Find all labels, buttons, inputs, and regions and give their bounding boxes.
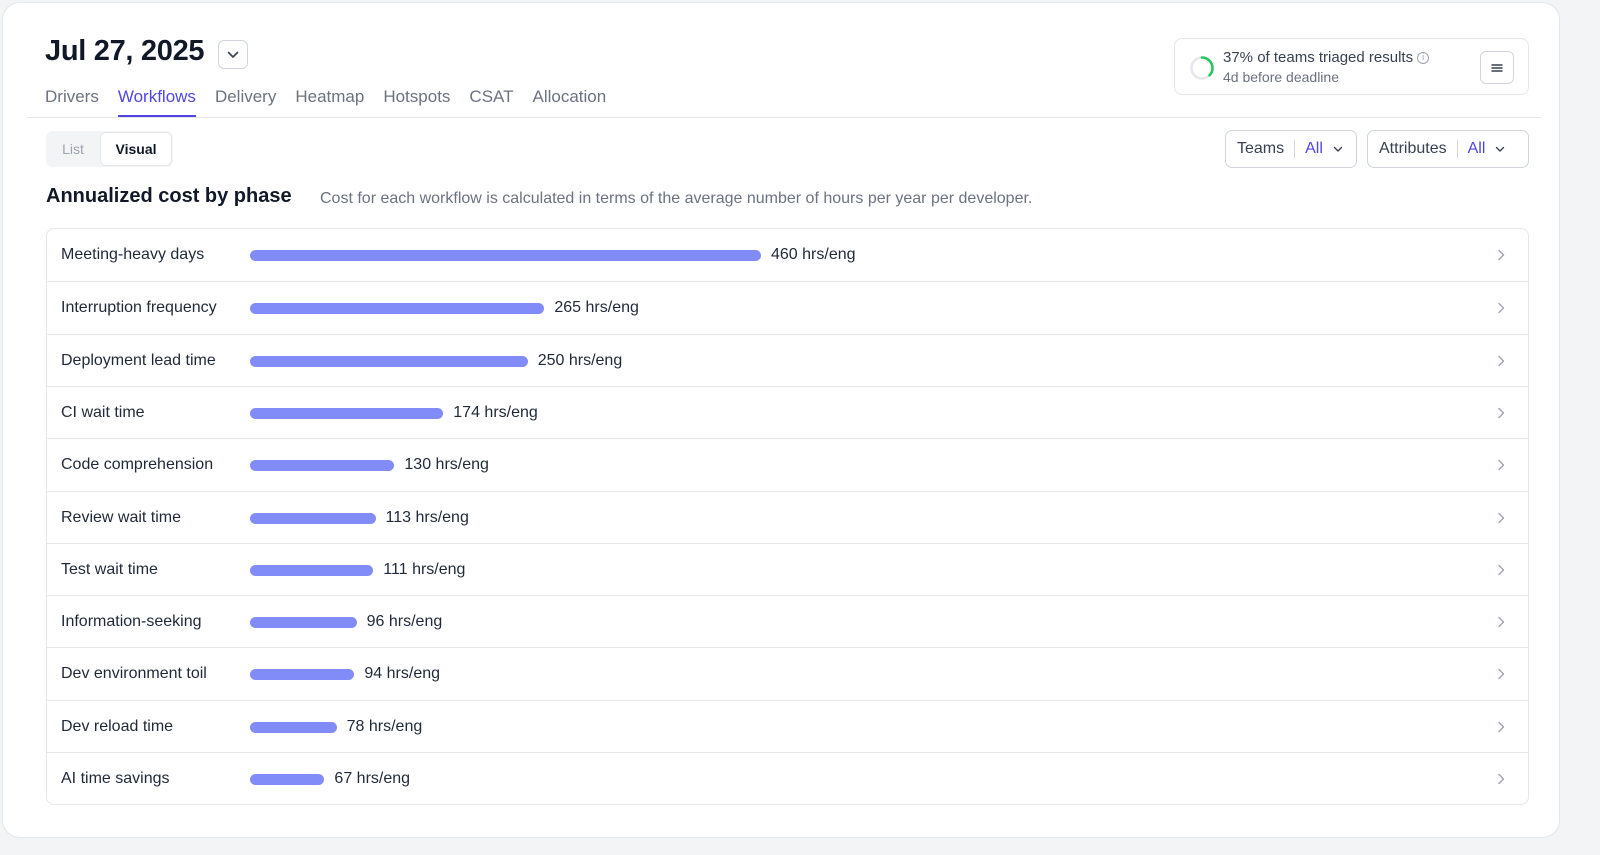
- workflow-label: Interruption frequency: [61, 299, 217, 317]
- cost-value-label: 67 hrs/eng: [334, 770, 411, 787]
- attributes-filter-value: All: [1467, 140, 1486, 157]
- tab-drivers[interactable]: Drivers: [45, 87, 99, 117]
- workflow-label: Information-seeking: [61, 613, 202, 631]
- cost-value-label: 78 hrs/eng: [346, 717, 423, 735]
- filter-separator: [1456, 140, 1458, 158]
- cost-value-label: 130 hrs/eng: [404, 456, 489, 474]
- chevron-right-icon: [1498, 303, 1505, 314]
- teams-filter-value: All: [1305, 140, 1323, 157]
- cost-value-label: 460 hrs/eng: [771, 246, 856, 263]
- cost-bar: [250, 303, 545, 315]
- cost-bar: [250, 407, 444, 419]
- chevron-down-icon: [1495, 146, 1505, 153]
- workflow-label: Dev environment toil: [61, 665, 207, 683]
- chevron-right-icon: [1498, 773, 1505, 785]
- chevron-right-icon: [1498, 721, 1505, 732]
- cost-bar: [250, 774, 325, 785]
- attributes-filter-label: Attributes: [1379, 140, 1447, 157]
- workflow-row[interactable]: Interruption frequency 265 hrs/eng: [47, 281, 1528, 333]
- workflow-row[interactable]: Dev environment toil 94 hrs/eng: [47, 647, 1528, 699]
- view-toggle: List Visual: [46, 131, 173, 167]
- section-title: Annualized cost by phase: [46, 185, 292, 207]
- workflow-row[interactable]: Code comprehension 130 hrs/eng: [47, 438, 1528, 490]
- cost-value-label: 94 hrs/eng: [364, 665, 441, 683]
- triage-text: 37% of teams triaged results: [1223, 49, 1414, 66]
- cost-value-label: 96 hrs/eng: [366, 613, 443, 631]
- tab-heatmap[interactable]: Heatmap: [295, 87, 364, 117]
- workflows-panel: Jul 27, 2025 Drivers Workflows Delivery …: [2, 2, 1560, 838]
- teams-filter-label: Teams: [1237, 140, 1285, 157]
- page-title: Jul 27, 2025: [45, 35, 205, 67]
- tab-delivery[interactable]: Delivery: [215, 87, 276, 117]
- workflow-label: Deployment lead time: [61, 351, 216, 369]
- chevron-right-icon: [1498, 249, 1505, 261]
- workflow-row[interactable]: CI wait time 174 hrs/eng: [47, 385, 1528, 438]
- cost-value-label: 174 hrs/eng: [453, 403, 538, 421]
- chevron-right-icon: [1498, 407, 1505, 419]
- workflow-label: CI wait time: [61, 403, 145, 421]
- list-view-button[interactable]: List: [46, 131, 100, 167]
- workflow-label: Dev reload time: [61, 717, 174, 735]
- cost-bar: [250, 250, 761, 261]
- chevron-right-icon: [1498, 616, 1505, 628]
- tab-csat[interactable]: CSAT: [469, 87, 513, 117]
- cost-value-label: 113 hrs/eng: [385, 508, 469, 526]
- cost-bar: [250, 460, 395, 472]
- workflow-row[interactable]: AI time savings 67 hrs/eng: [47, 752, 1528, 804]
- workflow-cost-list: Meeting-heavy days 460 hrs/eng Interruptio…: [46, 228, 1529, 805]
- tab-workflows[interactable]: Workflows: [117, 87, 196, 117]
- cost-bar: [250, 564, 374, 576]
- workflow-row[interactable]: Meeting-heavy days 460 hrs/eng: [47, 229, 1528, 281]
- workflow-label: AI time savings: [61, 770, 170, 787]
- menu-icon: [1491, 63, 1503, 72]
- workflow-row[interactable]: Deployment lead time 250 hrs/eng: [47, 333, 1528, 386]
- tab-allocation[interactable]: Allocation: [533, 87, 607, 117]
- workflow-row[interactable]: Review wait time 113 hrs/eng: [47, 490, 1528, 543]
- tab-hotspots[interactable]: Hotspots: [383, 87, 450, 117]
- workflow-row[interactable]: Test wait time 111 hrs/eng: [47, 542, 1528, 595]
- date-dropdown-button[interactable]: [218, 40, 248, 69]
- workflow-label: Test wait time: [61, 560, 158, 578]
- cost-bar: [250, 669, 355, 681]
- cost-bar: [250, 617, 357, 629]
- workflow-row[interactable]: Dev reload time 78 hrs/eng: [47, 699, 1528, 752]
- workflow-label: Meeting-heavy days: [61, 246, 205, 263]
- cost-bar: [250, 512, 376, 524]
- menu-button[interactable]: [1480, 51, 1514, 84]
- cost-bar: [250, 355, 528, 367]
- header-divider: [27, 117, 1541, 118]
- deadline-text: 4d before deadline: [1223, 69, 1339, 85]
- cost-value-label: 265 hrs/eng: [554, 299, 639, 317]
- chevron-right-icon: [1498, 669, 1505, 680]
- tab-bar: Drivers Workflows Delivery Heatmap Hotsp…: [45, 87, 606, 117]
- filter-separator: [1294, 140, 1296, 158]
- teams-filter[interactable]: Teams All: [1225, 130, 1357, 168]
- progress-ring-icon: [1190, 56, 1214, 80]
- triage-summary: 37% of teams triaged results i: [1223, 49, 1430, 66]
- cost-bar: [250, 721, 337, 733]
- chevron-right-icon: [1498, 564, 1505, 575]
- chevron-right-icon: [1498, 355, 1505, 366]
- info-icon[interactable]: i: [1417, 52, 1430, 64]
- workflow-row[interactable]: Information-seeking 96 hrs/eng: [47, 595, 1528, 647]
- section-description: Cost for each workflow is calculated in …: [320, 190, 1033, 207]
- visual-view-button[interactable]: Visual: [100, 132, 172, 166]
- cost-value-label: 111 hrs/eng: [383, 560, 466, 578]
- chevron-right-icon: [1498, 512, 1505, 523]
- cost-value-label: 250 hrs/eng: [537, 351, 623, 369]
- triage-status-card: 37% of teams triaged results i 4d before …: [1174, 38, 1529, 95]
- workflow-label: Review wait time: [61, 508, 182, 526]
- chevron-down-icon: [227, 51, 239, 58]
- workflow-label: Code comprehension: [61, 456, 214, 474]
- chevron-down-icon: [1333, 146, 1343, 153]
- chevron-right-icon: [1498, 459, 1505, 471]
- attributes-filter[interactable]: Attributes All: [1367, 130, 1529, 168]
